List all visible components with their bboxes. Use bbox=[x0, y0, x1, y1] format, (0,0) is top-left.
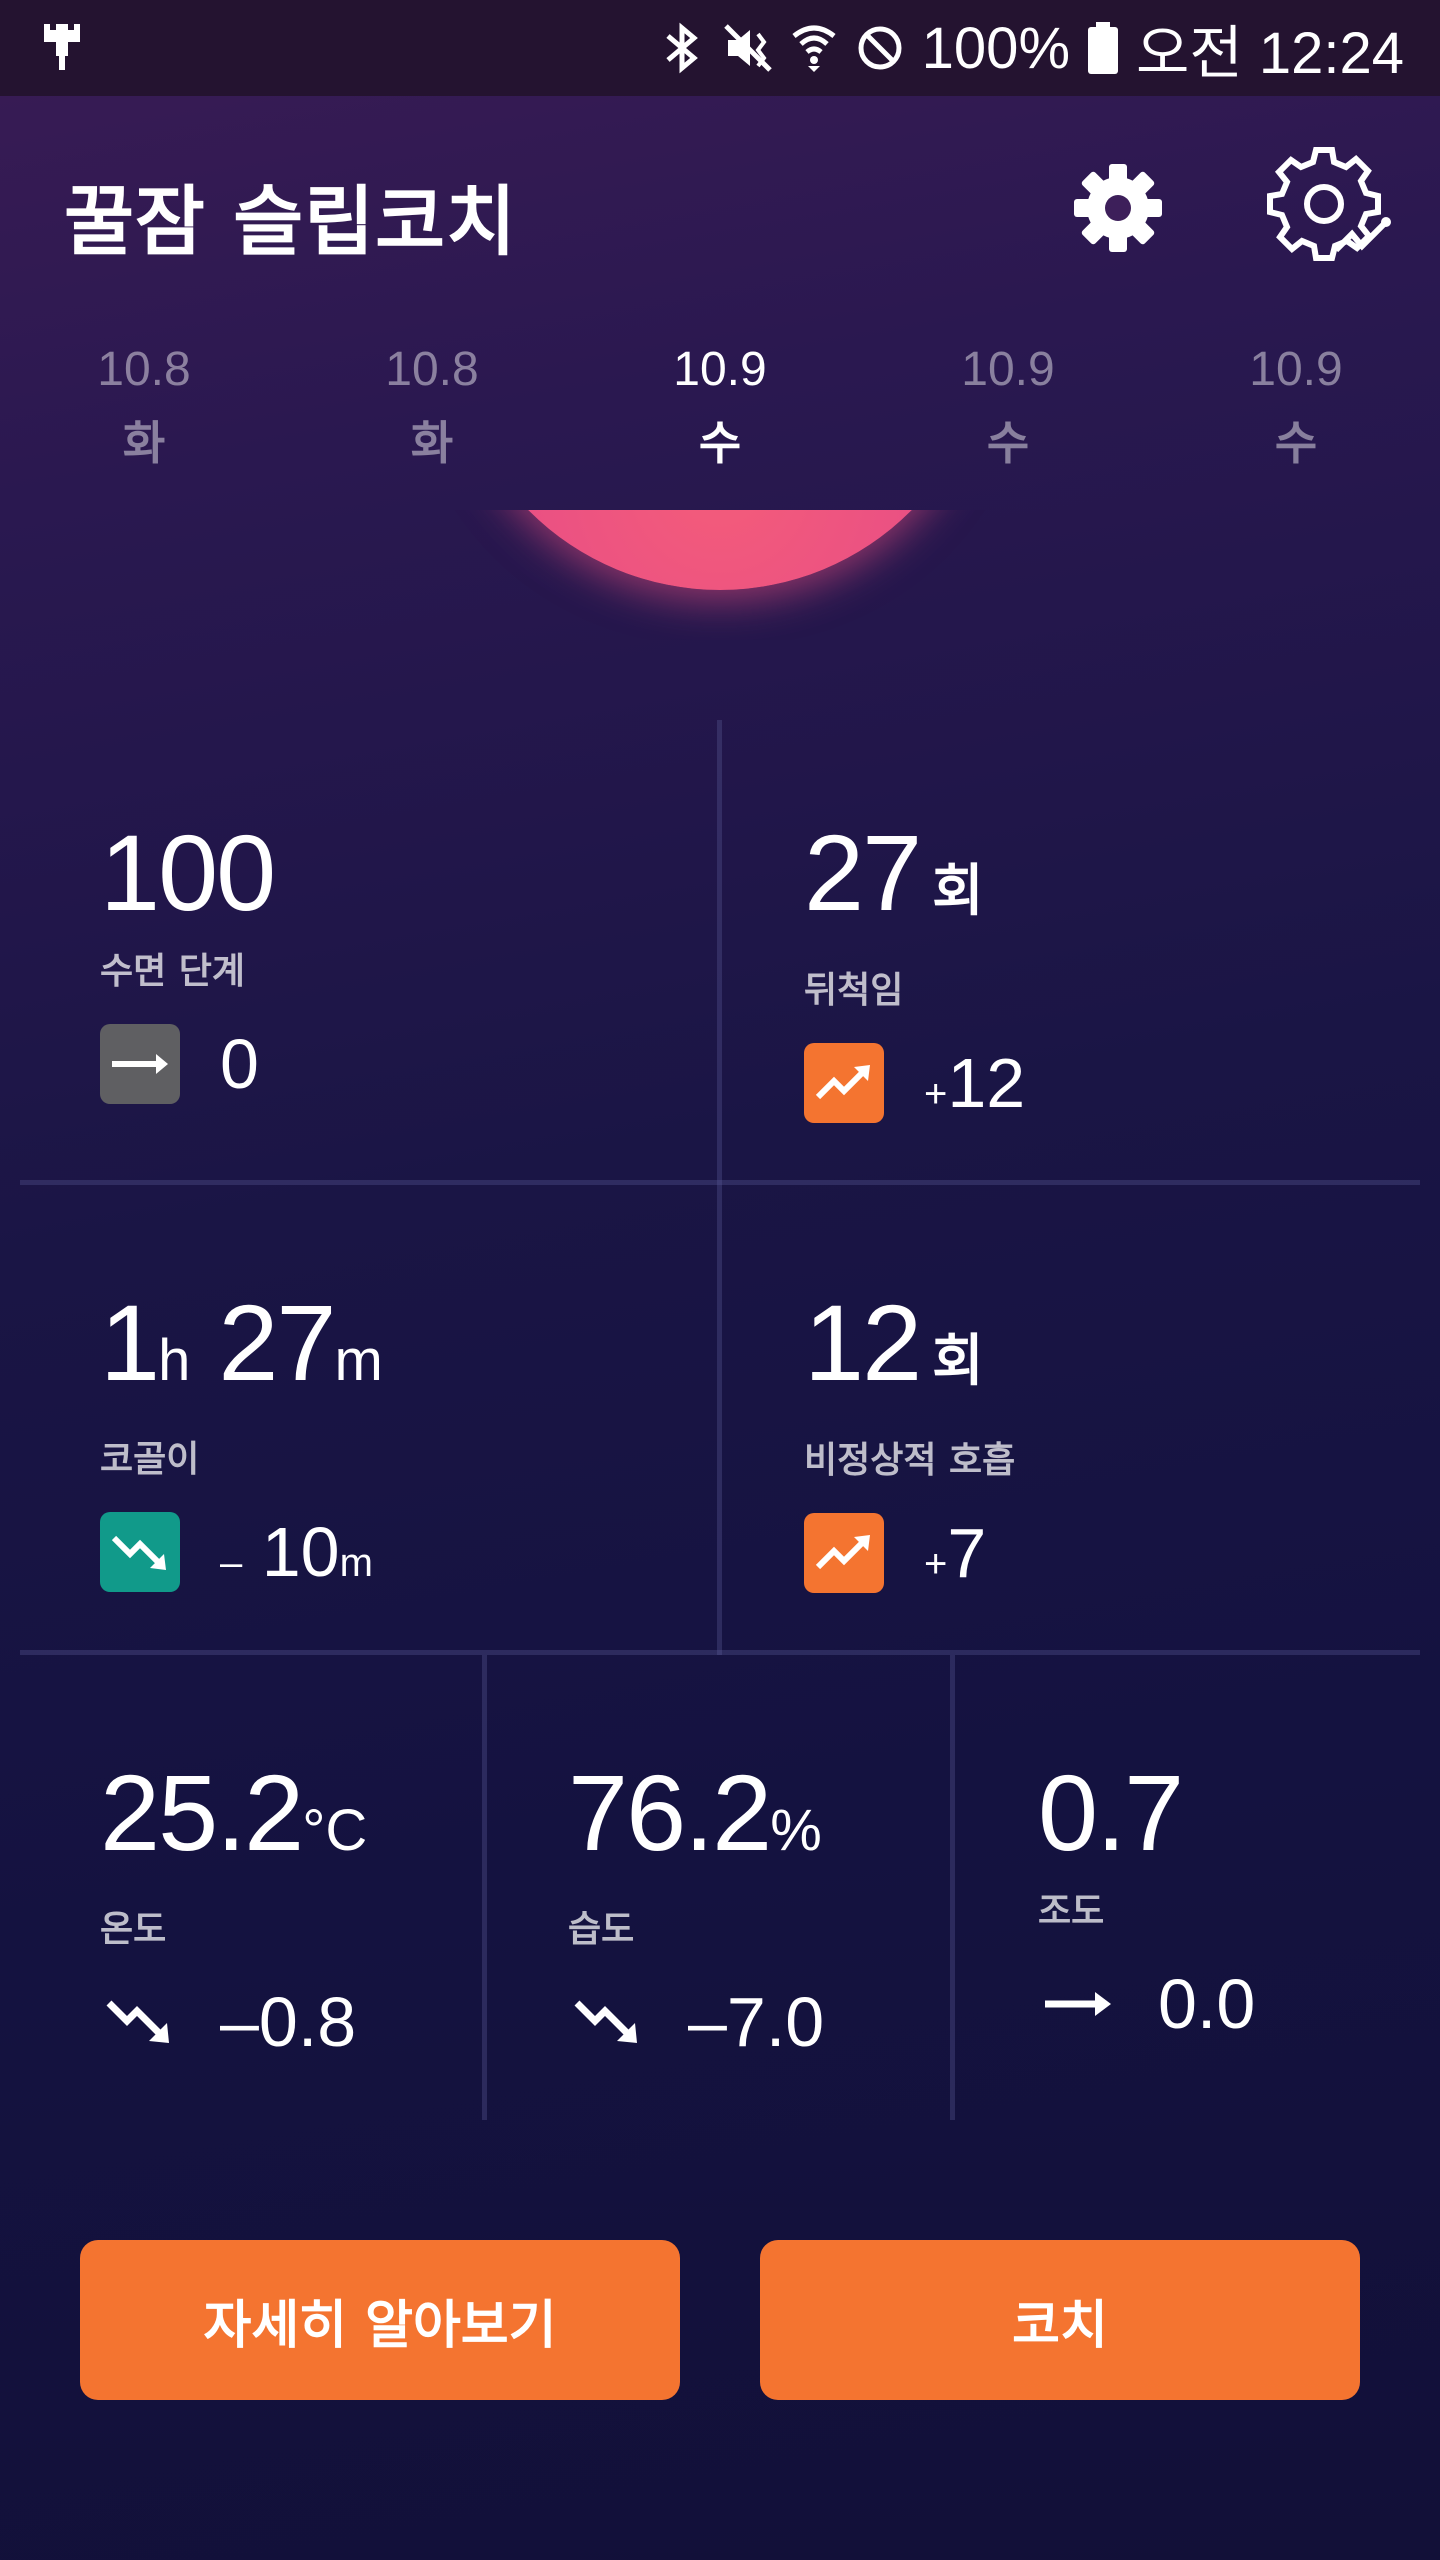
metric-value: 27 bbox=[804, 812, 922, 933]
metric-tossing[interactable]: 27 회 뒤척임 +12 bbox=[804, 818, 1025, 1123]
metric-label: 습도 bbox=[568, 1909, 635, 1950]
trend-up-icon bbox=[804, 1513, 884, 1593]
grid-divider bbox=[20, 1180, 1420, 1185]
coach-button[interactable]: 코치 bbox=[760, 2240, 1360, 2400]
delta-sign: + bbox=[924, 1072, 948, 1116]
trend-flat-icon bbox=[100, 1024, 180, 1104]
metric-temperature[interactable]: 25.2°C 온도 –0.8 bbox=[100, 1758, 367, 2062]
date-weekday: 화 bbox=[122, 416, 166, 470]
date-weekday: 수 bbox=[986, 416, 1030, 470]
sleep-settings-icon[interactable] bbox=[1266, 146, 1392, 272]
delta-sign: – bbox=[220, 1541, 243, 1585]
date-number: 10.8 bbox=[385, 343, 479, 396]
metric-sleep-stage[interactable]: 100 수면 단계 0 bbox=[100, 812, 276, 1104]
date-item[interactable]: 10.9 수 bbox=[1196, 340, 1396, 478]
date-weekday: 화 bbox=[410, 416, 454, 470]
metric-value: 25.2 bbox=[100, 1752, 304, 1873]
sleep-score-arc bbox=[380, 510, 1060, 640]
usb-debug-icon bbox=[44, 22, 80, 70]
delta-unit: m bbox=[339, 1541, 373, 1585]
metric-label: 수면 단계 bbox=[100, 951, 246, 992]
metric-delta: 0.0 bbox=[1158, 1965, 1256, 2043]
date-item[interactable]: 10.8 화 bbox=[44, 340, 244, 478]
status-bar: 100% 오전 12:24 bbox=[0, 0, 1440, 96]
metric-label: 뒤척임 bbox=[804, 970, 904, 1011]
grid-divider bbox=[20, 1650, 1420, 1655]
battery-icon bbox=[1088, 22, 1119, 74]
details-button[interactable]: 자세히 알아보기 bbox=[80, 2240, 680, 2400]
date-item-selected[interactable]: 10.9 수 bbox=[620, 340, 820, 478]
metric-unit: 회 bbox=[932, 1329, 984, 1394]
metric-hours: 1 bbox=[100, 1282, 160, 1403]
trend-down-icon bbox=[100, 1512, 180, 1592]
metric-minutes: 27 bbox=[218, 1282, 336, 1403]
date-number: 10.8 bbox=[97, 343, 191, 396]
metric-value: 76.2 bbox=[568, 1752, 772, 1873]
grid-divider bbox=[717, 720, 722, 1655]
do-not-disturb-icon bbox=[858, 26, 902, 70]
battery-percent: 100% bbox=[921, 15, 1071, 81]
metric-label: 비정상적 호흡 bbox=[804, 1440, 1016, 1481]
metric-unit: % bbox=[770, 1798, 822, 1863]
metric-humidity[interactable]: 76.2% 습도 –7.0 bbox=[568, 1758, 824, 2062]
date-selector: 10.8 화 10.8 화 10.9 수 10.9 수 10.9 수 bbox=[0, 340, 1440, 490]
metric-label: 온도 bbox=[100, 1909, 167, 1950]
minutes-unit: m bbox=[334, 1328, 383, 1393]
date-number: 10.9 bbox=[673, 343, 767, 396]
clock: 오전 12:24 bbox=[1136, 21, 1404, 86]
trend-up-icon bbox=[804, 1043, 884, 1123]
trend-flat-icon bbox=[1038, 1964, 1118, 2044]
metric-unit: °C bbox=[302, 1798, 368, 1863]
metric-illuminance[interactable]: 0.7 조도 0.0 bbox=[1038, 1758, 1255, 2044]
metric-label: 코골이 bbox=[100, 1439, 200, 1480]
date-item[interactable]: 10.9 수 bbox=[908, 340, 1108, 478]
trend-down-icon bbox=[100, 1982, 180, 2062]
metric-snoring[interactable]: 1h 27m 코골이 – 10m bbox=[100, 1288, 383, 1592]
bluetooth-icon bbox=[666, 22, 698, 74]
metric-abnormal-breathing[interactable]: 12 회 비정상적 호흡 +7 bbox=[804, 1288, 1015, 1593]
metric-delta: –0.8 bbox=[220, 1983, 357, 2061]
metric-unit: 회 bbox=[932, 859, 984, 924]
date-item[interactable]: 10.8 화 bbox=[332, 340, 532, 478]
trend-down-icon bbox=[568, 1982, 648, 2062]
metric-label: 조도 bbox=[1038, 1891, 1105, 1932]
date-weekday: 수 bbox=[698, 416, 742, 470]
metric-value: 100 bbox=[100, 812, 276, 933]
date-number: 10.9 bbox=[961, 343, 1055, 396]
wifi-icon bbox=[792, 25, 836, 72]
metric-value: 0.7 bbox=[1038, 1752, 1184, 1873]
metric-delta: 7 bbox=[947, 1514, 987, 1592]
metric-delta: 0 bbox=[220, 1025, 259, 1103]
date-number: 10.9 bbox=[1249, 343, 1343, 396]
metric-delta: –7.0 bbox=[688, 1983, 825, 2061]
grid-divider bbox=[950, 1655, 955, 2120]
settings-icon[interactable] bbox=[1072, 162, 1164, 254]
mute-vibrate-icon bbox=[723, 24, 772, 72]
app-title: 꿀잠 슬립코치 bbox=[64, 177, 517, 266]
metric-delta: 12 bbox=[947, 1044, 1026, 1122]
hours-unit: h bbox=[158, 1328, 191, 1393]
metric-value: 12 bbox=[804, 1282, 922, 1403]
delta-sign: + bbox=[924, 1542, 948, 1586]
grid-divider bbox=[482, 1655, 487, 2120]
date-weekday: 수 bbox=[1274, 416, 1318, 470]
metric-delta: 10 bbox=[261, 1513, 340, 1591]
